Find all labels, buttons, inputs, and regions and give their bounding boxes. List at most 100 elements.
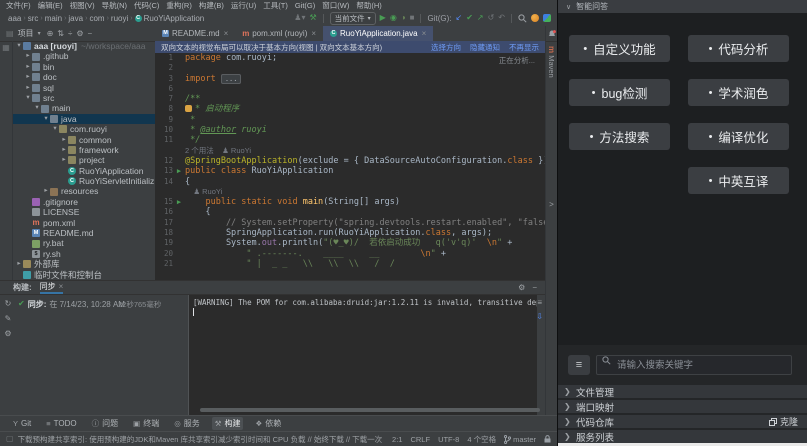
line-ending[interactable]: CRLF — [410, 435, 430, 444]
notification-dot-icon[interactable] — [531, 14, 539, 22]
tree-row[interactable]: ▸sql — [13, 83, 155, 93]
code-line[interactable]: 16 { — [155, 207, 545, 217]
locate-icon[interactable]: ⊕ — [47, 29, 54, 38]
encoding[interactable]: UTF-8 — [438, 435, 459, 444]
editor[interactable]: 双向文本的视觉布局可以取决于基本方向(视图 | 双向文本基本方向) 选择方向隐藏… — [155, 41, 545, 280]
tree-row[interactable]: CRuoYiServletInitializ — [13, 176, 155, 186]
run-button[interactable]: ▶ — [380, 14, 386, 22]
menu-item[interactable]: 重构(R) — [166, 0, 191, 11]
code-area[interactable]: 正在分析... 1package com.ruoyi;23import ...6… — [155, 53, 545, 269]
code-line[interactable]: 10 * @author ruoyi — [155, 125, 545, 135]
soft-wrap-icon[interactable]: ≡ — [537, 298, 542, 307]
chevron-right-icon[interactable]: ▸ — [24, 51, 32, 61]
tree-row[interactable]: ▾aaa [ruoyi]~/workspace/aaa — [13, 41, 155, 51]
tree-row[interactable]: ▸resources — [13, 186, 155, 196]
code-line[interactable]: 3import ... — [155, 74, 545, 84]
coverage-button[interactable]: ◑ — [401, 14, 406, 22]
menu-item[interactable]: Git(G) — [295, 1, 315, 10]
inlay-hint-line[interactable]: ♟ RuoYi — [155, 187, 545, 197]
maven-stripe-item[interactable]: Maven — [547, 55, 556, 78]
run-gutter-icon[interactable]: ▶ — [173, 166, 185, 176]
code-line[interactable]: 13▶public class RuoYiApplication — [155, 166, 545, 176]
inlay-hint-line[interactable]: 2 个用法 ♟ RuoYi — [155, 146, 545, 156]
pin-icon[interactable]: ✎ — [5, 314, 12, 323]
stop-button[interactable]: ■ — [410, 14, 415, 22]
build-hammer-icon[interactable]: ⚒ — [309, 14, 316, 22]
git-branch[interactable]: master — [504, 435, 536, 444]
build-settings-icon[interactable]: ⚙ — [518, 283, 525, 292]
toolwindow-button-服务[interactable]: ◎服务 — [171, 417, 203, 430]
git-commit-icon[interactable]: ✔ — [466, 14, 473, 22]
assistant-button[interactable]: •代码分析 — [688, 35, 789, 62]
assistant-section[interactable]: ❯文件管理 — [558, 385, 807, 398]
banner-action-link[interactable]: 不再显示 — [509, 42, 539, 53]
menu-item[interactable]: 构建(B) — [199, 0, 224, 11]
indent-size[interactable]: 4 个空格 — [467, 434, 496, 445]
close-tab-icon[interactable]: × — [224, 29, 229, 38]
tree-row[interactable]: ▸bin — [13, 62, 155, 72]
search-icon[interactable] — [518, 14, 527, 23]
git-history-icon[interactable]: ↺ — [488, 14, 495, 22]
horizontal-scrollbar[interactable] — [200, 408, 540, 412]
collapse-all-icon[interactable]: ÷ — [68, 29, 72, 38]
breadcrumb-item[interactable]: com — [89, 14, 104, 23]
code-line[interactable]: 9 * — [155, 115, 545, 125]
chevron-down-icon[interactable]: ▾ — [24, 93, 32, 103]
editor-tab[interactable]: CRuoYiApplication.java× — [323, 26, 433, 41]
tree-row[interactable]: $ry.sh — [13, 249, 155, 259]
notifications-bell-icon[interactable] — [548, 30, 556, 38]
assistant-button[interactable]: •学术润色 — [688, 79, 789, 106]
code-line[interactable]: 8* 启动程序 — [155, 104, 545, 114]
assistant-button[interactable]: •bug检测 — [569, 79, 670, 106]
tree-row[interactable]: ▾main — [13, 103, 155, 113]
expand-all-icon[interactable]: ⇅ — [57, 29, 64, 38]
breadcrumb-item[interactable]: java — [68, 14, 83, 23]
lock-icon[interactable] — [544, 435, 551, 443]
toolwindow-button-todo[interactable]: ≡TODO — [43, 418, 79, 429]
menu-item[interactable]: 文件(F) — [6, 0, 31, 11]
tree-row[interactable]: ▾java — [13, 114, 155, 124]
toolwindow-button-问题[interactable]: ⓘ问题 — [89, 417, 122, 430]
chevron-right-icon[interactable]: ▸ — [24, 83, 32, 93]
menu-item[interactable]: 代码(C) — [134, 0, 159, 11]
code-line[interactable]: 20 " .-------. ____ __ \n" + — [155, 249, 545, 259]
git-update-icon[interactable]: ↙ — [455, 14, 462, 22]
breadcrumb-item[interactable]: aaa — [8, 14, 21, 23]
breadcrumb-item[interactable]: RuoYiApplication — [144, 14, 205, 23]
menu-item[interactable]: 帮助(H) — [356, 0, 381, 11]
assistant-button[interactable]: •方法搜索 — [569, 123, 670, 150]
menu-burger-icon[interactable]: ≡ — [568, 355, 590, 375]
toolwindow-button-终端[interactable]: ▣终端 — [130, 417, 162, 430]
plugin-icon[interactable] — [543, 14, 551, 22]
build-gear-icon[interactable]: ⚙ — [4, 329, 11, 338]
code-line[interactable]: 15▶ public static void main(String[] arg… — [155, 197, 545, 207]
breadcrumb-item[interactable]: main — [45, 14, 62, 23]
tree-row[interactable]: 临时文件和控制台 — [13, 270, 155, 280]
run-gutter-icon[interactable]: ▶ — [173, 197, 185, 207]
clone-action[interactable]: 克隆 — [769, 415, 798, 428]
menu-item[interactable]: 视图(V) — [70, 0, 95, 11]
status-message[interactable]: 下载预构建共享索引: 使用预构建的JDK和Maven 库共享索引减少索引时间和 … — [18, 434, 384, 445]
assistant-section[interactable]: ❯服务列表 — [558, 430, 807, 443]
project-panel-header[interactable]: ▤ 项目 ▾ ⊕ ⇅ ÷ ⚙ − — [0, 26, 155, 41]
tree-row[interactable]: CRuoYiApplication — [13, 166, 155, 176]
close-tab-icon[interactable]: × — [422, 29, 427, 38]
assistant-section[interactable]: ❯代码仓库克隆 — [558, 415, 807, 428]
assistant-button[interactable]: •编译优化 — [688, 123, 789, 150]
banner-action-link[interactable]: 隐藏通知 — [470, 42, 500, 53]
tree-row[interactable]: ▾src — [13, 93, 155, 103]
chevron-right-icon[interactable]: ▸ — [24, 72, 32, 82]
tree-row[interactable]: ▸framework — [13, 145, 155, 155]
menu-item[interactable]: 窗口(W) — [322, 0, 349, 11]
close-tab-icon[interactable]: × — [59, 282, 64, 291]
code-line[interactable]: 17 // System.setProperty("spring.devtool… — [155, 218, 545, 228]
menu-item[interactable]: 导航(N) — [102, 0, 127, 11]
code-line[interactable]: 18 SpringApplication.run(RuoYiApplicatio… — [155, 228, 545, 238]
tree-row[interactable]: ▸.github — [13, 51, 155, 61]
assistant-button[interactable]: •中英互译 — [688, 167, 789, 194]
breadcrumb-item[interactable]: src — [28, 14, 39, 23]
caret-position[interactable]: 2:1 — [392, 435, 402, 444]
chevron-down-icon[interactable]: ▾ — [42, 114, 50, 124]
code-line[interactable]: 2 — [155, 63, 545, 73]
sync-tab[interactable]: 同步× — [40, 281, 64, 294]
